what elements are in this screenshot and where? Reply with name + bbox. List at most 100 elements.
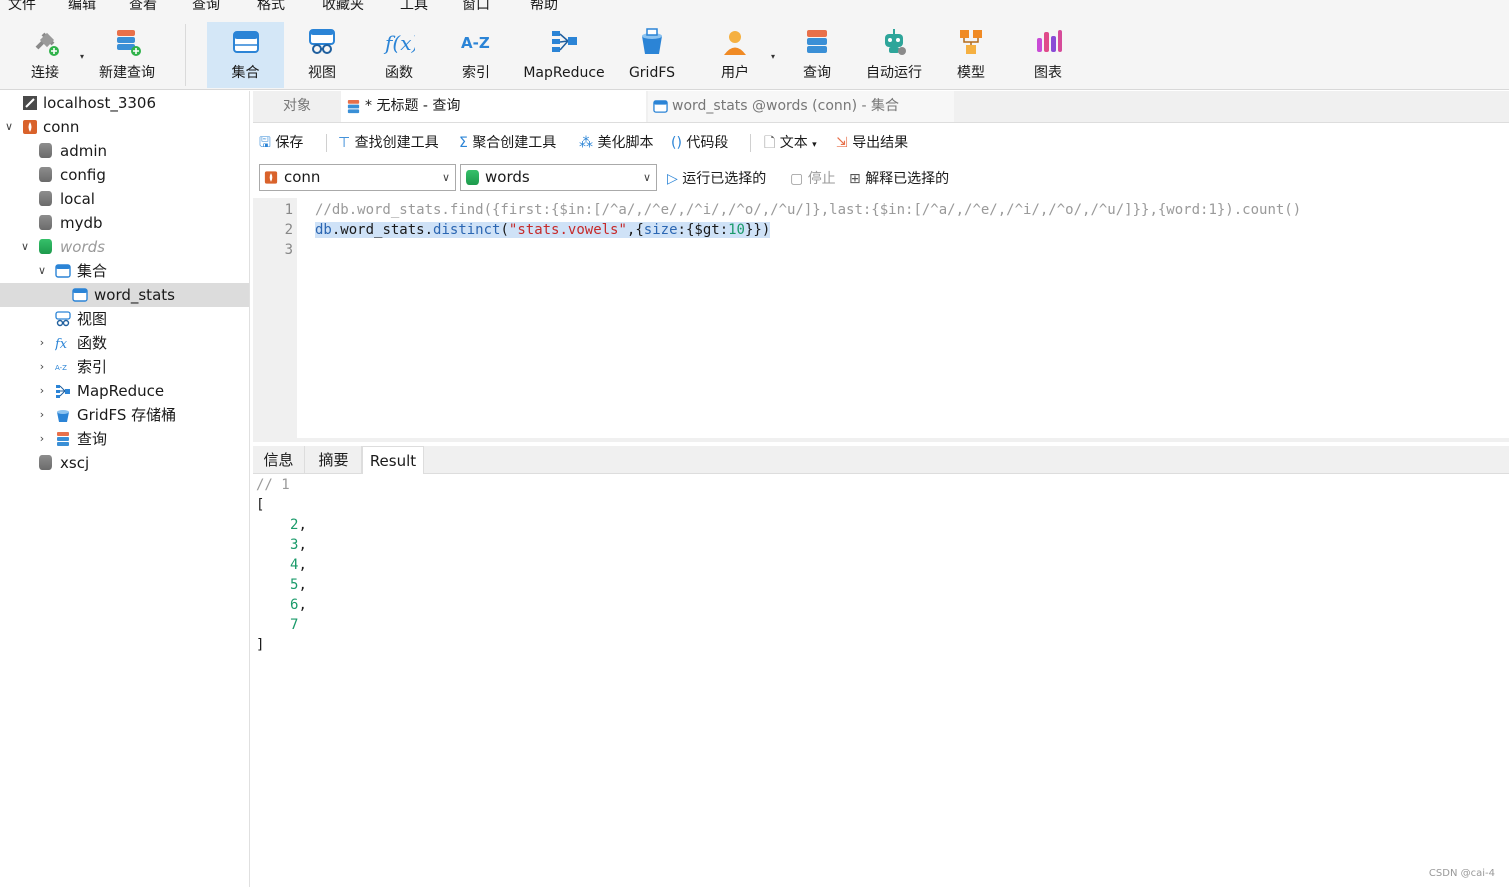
line-number-gutter: 1 2 3 <box>253 198 297 438</box>
chevron-down-icon[interactable]: ∨ <box>3 115 15 139</box>
chevron-right-icon[interactable]: › <box>36 427 48 451</box>
chart-button[interactable]: 图表 <box>1016 22 1080 88</box>
menu-favorites[interactable]: 收藏夹 <box>322 0 364 14</box>
tab-objects[interactable]: 对象 <box>253 91 341 122</box>
find-builder-label: 查找创建工具 <box>354 135 439 151</box>
mapreduce-button[interactable]: MapReduce <box>518 22 610 88</box>
function-label: 函数 <box>385 65 413 81</box>
tree-mapreduce-label: MapReduce <box>77 382 165 400</box>
svg-text:fx: fx <box>55 337 68 351</box>
tab-collection[interactable]: word_stats @words (conn) - 集合 <box>648 91 954 122</box>
tree-collection-word-stats[interactable]: word_stats <box>0 283 249 307</box>
tree-server-label: localhost_3306 <box>43 94 157 112</box>
function-icon: f(x) <box>383 31 415 55</box>
database-select[interactable]: words ∨ <box>460 164 657 191</box>
chevron-right-icon[interactable]: › <box>36 403 48 427</box>
code-line-query: db.word_stats.distinct("stats.vowels",{s… <box>315 222 771 238</box>
connection-select[interactable]: conn ∨ <box>259 164 456 191</box>
tree-views[interactable]: 视图 <box>0 307 249 331</box>
tree-db-local[interactable]: local <box>0 187 249 211</box>
tree-db-words[interactable]: ∨ words <box>0 235 249 259</box>
query-icon <box>57 432 69 446</box>
aggregate-builder-label: 聚合创建工具 <box>472 135 557 151</box>
connect-label: 连接 <box>31 65 59 81</box>
menu-window[interactable]: 窗口 <box>462 0 490 14</box>
query-button[interactable]: 查询 <box>785 22 849 88</box>
user-button[interactable]: ▾ 用户 <box>703 22 775 88</box>
collection-button[interactable]: 集合 <box>207 22 284 88</box>
tree-db-admin[interactable]: admin <box>0 139 249 163</box>
function-icon: fx <box>55 337 68 351</box>
tree-mapreduce[interactable]: › MapReduce <box>0 379 249 403</box>
chevron-down-icon[interactable]: ∨ <box>36 259 48 283</box>
result-value: 7 <box>290 617 299 633</box>
menu-edit[interactable]: 编辑 <box>68 0 96 14</box>
tree-connection[interactable]: ∨ conn <box>0 115 249 139</box>
chevron-right-icon[interactable]: › <box>36 331 48 355</box>
view-button[interactable]: 视图 <box>290 22 354 88</box>
code-editor[interactable]: 1 2 3 //db.word_stats.find({first:{$in:[… <box>253 198 1509 442</box>
tree-indexes[interactable]: › A-Z 索引 <box>0 355 249 379</box>
table-icon <box>55 264 71 278</box>
text-mode-button[interactable]: 🗋 文本 ▾ <box>764 134 817 154</box>
glasses-icon <box>55 311 71 327</box>
result-value: 2, <box>290 517 307 533</box>
glasses-icon <box>309 29 335 54</box>
menu-format[interactable]: 格式 <box>257 0 285 14</box>
chevron-down-icon[interactable]: ▾ <box>771 52 775 61</box>
menu-file[interactable]: 文件 <box>8 0 36 14</box>
chevron-right-icon[interactable]: › <box>36 355 48 379</box>
mapreduce-icon <box>56 385 70 398</box>
database-icon <box>39 239 52 254</box>
tree-db-xscj[interactable]: xscj <box>0 451 249 475</box>
menu-view[interactable]: 查看 <box>129 0 157 14</box>
tree-functions[interactable]: › fx 函数 <box>0 331 249 355</box>
model-button[interactable]: 模型 <box>939 22 1003 88</box>
chevron-down-icon[interactable]: ▾ <box>80 52 84 61</box>
connect-button[interactable]: ▾ 连接 <box>12 22 84 88</box>
tree-server[interactable]: localhost_3306 <box>0 91 249 115</box>
database-icon <box>39 191 52 206</box>
tab-query[interactable]: * 无标题 - 查询 <box>341 91 646 122</box>
plug-icon <box>35 32 59 56</box>
tree-gridfs[interactable]: › GridFS 存储桶 <box>0 403 249 427</box>
result-panel: // 1 [ 2, 3, 4, 5, 6, 7 ] <box>253 475 1509 887</box>
tree-db-config[interactable]: config <box>0 163 249 187</box>
result-tabs: 信息 摘要 Result <box>253 446 1509 474</box>
snippet-button[interactable]: () 代码段 <box>671 134 728 152</box>
tree-collection-label: word_stats <box>94 286 175 304</box>
explain-selected-button[interactable]: ⊞ 解释已选择的 <box>849 170 949 188</box>
bucket-icon <box>57 410 69 422</box>
explain-selected-label: 解释已选择的 <box>865 171 950 187</box>
database-select-value: words <box>485 168 530 186</box>
tab-summary[interactable]: 摘要 <box>306 446 362 474</box>
chevron-down-icon[interactable]: ∨ <box>19 235 31 259</box>
run-selected-button[interactable]: ▷ 运行已选择的 <box>667 170 766 188</box>
tree-db-label: xscj <box>60 454 90 472</box>
find-builder-button[interactable]: ⊤ 查找创建工具 <box>338 134 439 152</box>
tab-result[interactable]: Result <box>362 446 424 474</box>
new-query-button[interactable]: 新建查询 <box>92 22 162 88</box>
tree-collections-folder[interactable]: ∨ 集合 <box>0 259 249 283</box>
chevron-right-icon[interactable]: › <box>36 379 48 403</box>
index-button[interactable]: A-Z 索引 <box>444 22 508 88</box>
stop-button[interactable]: ▢ 停止 <box>790 170 836 188</box>
tree-db-mydb[interactable]: mydb <box>0 211 249 235</box>
tree-queries[interactable]: › 查询 <box>0 427 249 451</box>
aggregate-builder-button[interactable]: Σ 聚合创建工具 <box>459 134 556 152</box>
line-number: 2 <box>284 222 293 238</box>
menu-tools[interactable]: 工具 <box>400 0 428 14</box>
tab-result-label: Result <box>369 452 417 470</box>
tab-info[interactable]: 信息 <box>253 446 305 474</box>
export-results-button[interactable]: ⇲ 导出结果 <box>836 134 908 152</box>
function-button[interactable]: f(x) 函数 <box>367 22 431 88</box>
query-icon <box>807 30 827 53</box>
auto-run-button[interactable]: 自动运行 <box>860 22 928 88</box>
menu-help[interactable]: 帮助 <box>530 0 558 14</box>
robot-icon <box>885 29 906 55</box>
tree-indexes-label: 索引 <box>77 358 108 376</box>
gridfs-button[interactable]: GridFS <box>620 22 684 88</box>
beautify-button[interactable]: ⁂ 美化脚本 <box>579 134 653 152</box>
save-button[interactable]: 🖫 保存 <box>259 134 303 152</box>
menu-query[interactable]: 查询 <box>192 0 220 14</box>
